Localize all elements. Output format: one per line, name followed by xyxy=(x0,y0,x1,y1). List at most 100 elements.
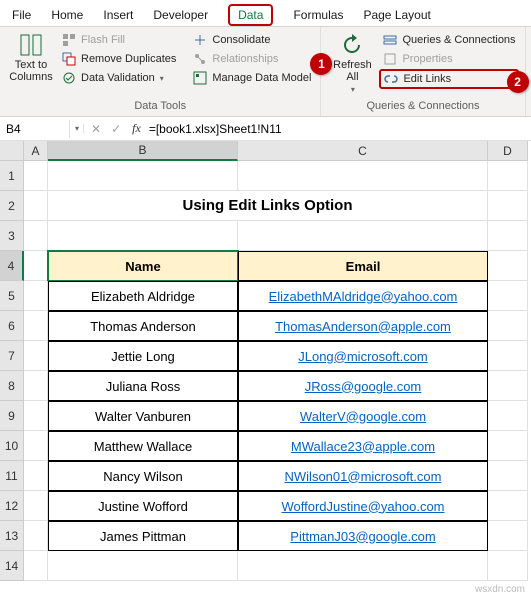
cell[interactable] xyxy=(24,341,48,371)
formula-input[interactable]: =[book1.xlsx]Sheet1!N11 xyxy=(149,122,282,136)
edit-links-button[interactable]: Edit Links xyxy=(379,69,518,89)
cell[interactable] xyxy=(48,161,238,191)
cell[interactable] xyxy=(24,371,48,401)
tab-developer[interactable]: Developer xyxy=(143,4,218,26)
email-cell[interactable]: ThomasAnderson@apple.com xyxy=(238,311,488,341)
row-header[interactable]: 6 xyxy=(0,311,24,341)
tab-file[interactable]: File xyxy=(2,4,41,26)
cell[interactable] xyxy=(24,161,48,191)
cell[interactable] xyxy=(48,221,238,251)
accept-formula-button[interactable]: ✓ xyxy=(108,122,124,136)
tab-page-layout[interactable]: Page Layout xyxy=(353,4,440,26)
email-cell[interactable]: JLong@microsoft.com xyxy=(238,341,488,371)
fx-icon[interactable]: fx xyxy=(128,121,145,136)
col-header-a[interactable]: A xyxy=(24,141,48,161)
cell[interactable] xyxy=(238,551,488,581)
col-header-b[interactable]: B xyxy=(48,141,238,161)
email-link[interactable]: MWallace23@apple.com xyxy=(291,439,435,454)
select-all-corner[interactable] xyxy=(0,141,24,161)
email-link[interactable]: ElizabethMAldridge@yahoo.com xyxy=(269,289,458,304)
cell[interactable] xyxy=(488,371,528,401)
cell[interactable] xyxy=(24,281,48,311)
name-cell[interactable]: Matthew Wallace xyxy=(48,431,238,461)
cell[interactable] xyxy=(488,311,528,341)
cell[interactable] xyxy=(24,221,48,251)
header-email-cell[interactable]: Email xyxy=(238,251,488,281)
cell[interactable] xyxy=(48,551,238,581)
cell[interactable] xyxy=(488,191,528,221)
email-cell[interactable]: MWallace23@apple.com xyxy=(238,431,488,461)
row-header[interactable]: 3 xyxy=(0,221,24,251)
name-cell[interactable]: Thomas Anderson xyxy=(48,311,238,341)
cell[interactable] xyxy=(488,281,528,311)
flash-fill-button[interactable]: Flash Fill xyxy=(58,31,179,49)
cell[interactable] xyxy=(488,221,528,251)
header-name-cell[interactable]: Name xyxy=(48,251,238,281)
cancel-formula-button[interactable]: ✕ xyxy=(88,122,104,136)
cell[interactable] xyxy=(24,191,48,221)
name-cell[interactable]: Juliana Ross xyxy=(48,371,238,401)
email-link[interactable]: ThomasAnderson@apple.com xyxy=(275,319,451,334)
row-header[interactable]: 7 xyxy=(0,341,24,371)
email-link[interactable]: WoffordJustine@yahoo.com xyxy=(281,499,444,514)
tab-insert[interactable]: Insert xyxy=(93,4,143,26)
cell[interactable] xyxy=(488,491,528,521)
data-validation-button[interactable]: Data Validation▾ xyxy=(58,69,179,87)
cell[interactable] xyxy=(24,401,48,431)
cell[interactable] xyxy=(238,221,488,251)
cell[interactable] xyxy=(238,161,488,191)
row-header[interactable]: 2 xyxy=(0,191,24,221)
properties-button[interactable]: Properties xyxy=(379,50,518,68)
row-header[interactable]: 5 xyxy=(0,281,24,311)
name-cell[interactable]: Jettie Long xyxy=(48,341,238,371)
cell[interactable] xyxy=(488,431,528,461)
row-header[interactable]: 13 xyxy=(0,521,24,551)
cell[interactable] xyxy=(488,251,528,281)
email-link[interactable]: PittmanJ03@google.com xyxy=(290,529,435,544)
remove-duplicates-button[interactable]: Remove Duplicates xyxy=(58,50,179,68)
name-cell[interactable]: Walter Vanburen xyxy=(48,401,238,431)
email-link[interactable]: WalterV@google.com xyxy=(300,409,426,424)
refresh-all-button[interactable]: Refresh All▾ xyxy=(327,31,377,96)
cell[interactable] xyxy=(488,161,528,191)
relationships-button[interactable]: Relationships xyxy=(189,50,314,68)
cell[interactable] xyxy=(24,521,48,551)
cell[interactable] xyxy=(24,461,48,491)
row-header[interactable]: 11 xyxy=(0,461,24,491)
email-cell[interactable]: PittmanJ03@google.com xyxy=(238,521,488,551)
cell[interactable] xyxy=(488,551,528,581)
email-link[interactable]: JRoss@google.com xyxy=(305,379,422,394)
text-to-columns-button[interactable]: Text to Columns xyxy=(6,31,56,85)
tab-home[interactable]: Home xyxy=(41,4,93,26)
email-link[interactable]: JLong@microsoft.com xyxy=(298,349,428,364)
row-header[interactable]: 14 xyxy=(0,551,24,581)
row-header[interactable]: 12 xyxy=(0,491,24,521)
chevron-down-icon[interactable]: ▾ xyxy=(71,124,84,133)
consolidate-button[interactable]: Consolidate xyxy=(189,31,314,49)
name-box[interactable]: B4 xyxy=(0,120,70,138)
row-header[interactable]: 9 xyxy=(0,401,24,431)
cell[interactable] xyxy=(24,251,48,281)
col-header-c[interactable]: C xyxy=(238,141,488,161)
name-cell[interactable]: Nancy Wilson xyxy=(48,461,238,491)
cell[interactable] xyxy=(488,521,528,551)
cell[interactable] xyxy=(24,491,48,521)
cell[interactable] xyxy=(24,551,48,581)
col-header-d[interactable]: D xyxy=(488,141,528,161)
tab-formulas[interactable]: Formulas xyxy=(283,4,353,26)
email-cell[interactable]: ElizabethMAldridge@yahoo.com xyxy=(238,281,488,311)
manage-data-model-button[interactable]: Manage Data Model xyxy=(189,69,314,87)
cell[interactable] xyxy=(24,431,48,461)
cell[interactable] xyxy=(488,401,528,431)
queries-connections-button[interactable]: Queries & Connections xyxy=(379,31,518,49)
email-link[interactable]: NWilson01@microsoft.com xyxy=(285,469,442,484)
name-cell[interactable]: Justine Wofford xyxy=(48,491,238,521)
name-cell[interactable]: Elizabeth Aldridge xyxy=(48,281,238,311)
title-cell[interactable]: Using Edit Links Option xyxy=(48,191,488,221)
email-cell[interactable]: JRoss@google.com xyxy=(238,371,488,401)
row-header[interactable]: 4 xyxy=(0,251,24,281)
tab-data[interactable]: Data xyxy=(218,4,283,26)
row-header[interactable]: 10 xyxy=(0,431,24,461)
email-cell[interactable]: WalterV@google.com xyxy=(238,401,488,431)
row-header[interactable]: 1 xyxy=(0,161,24,191)
